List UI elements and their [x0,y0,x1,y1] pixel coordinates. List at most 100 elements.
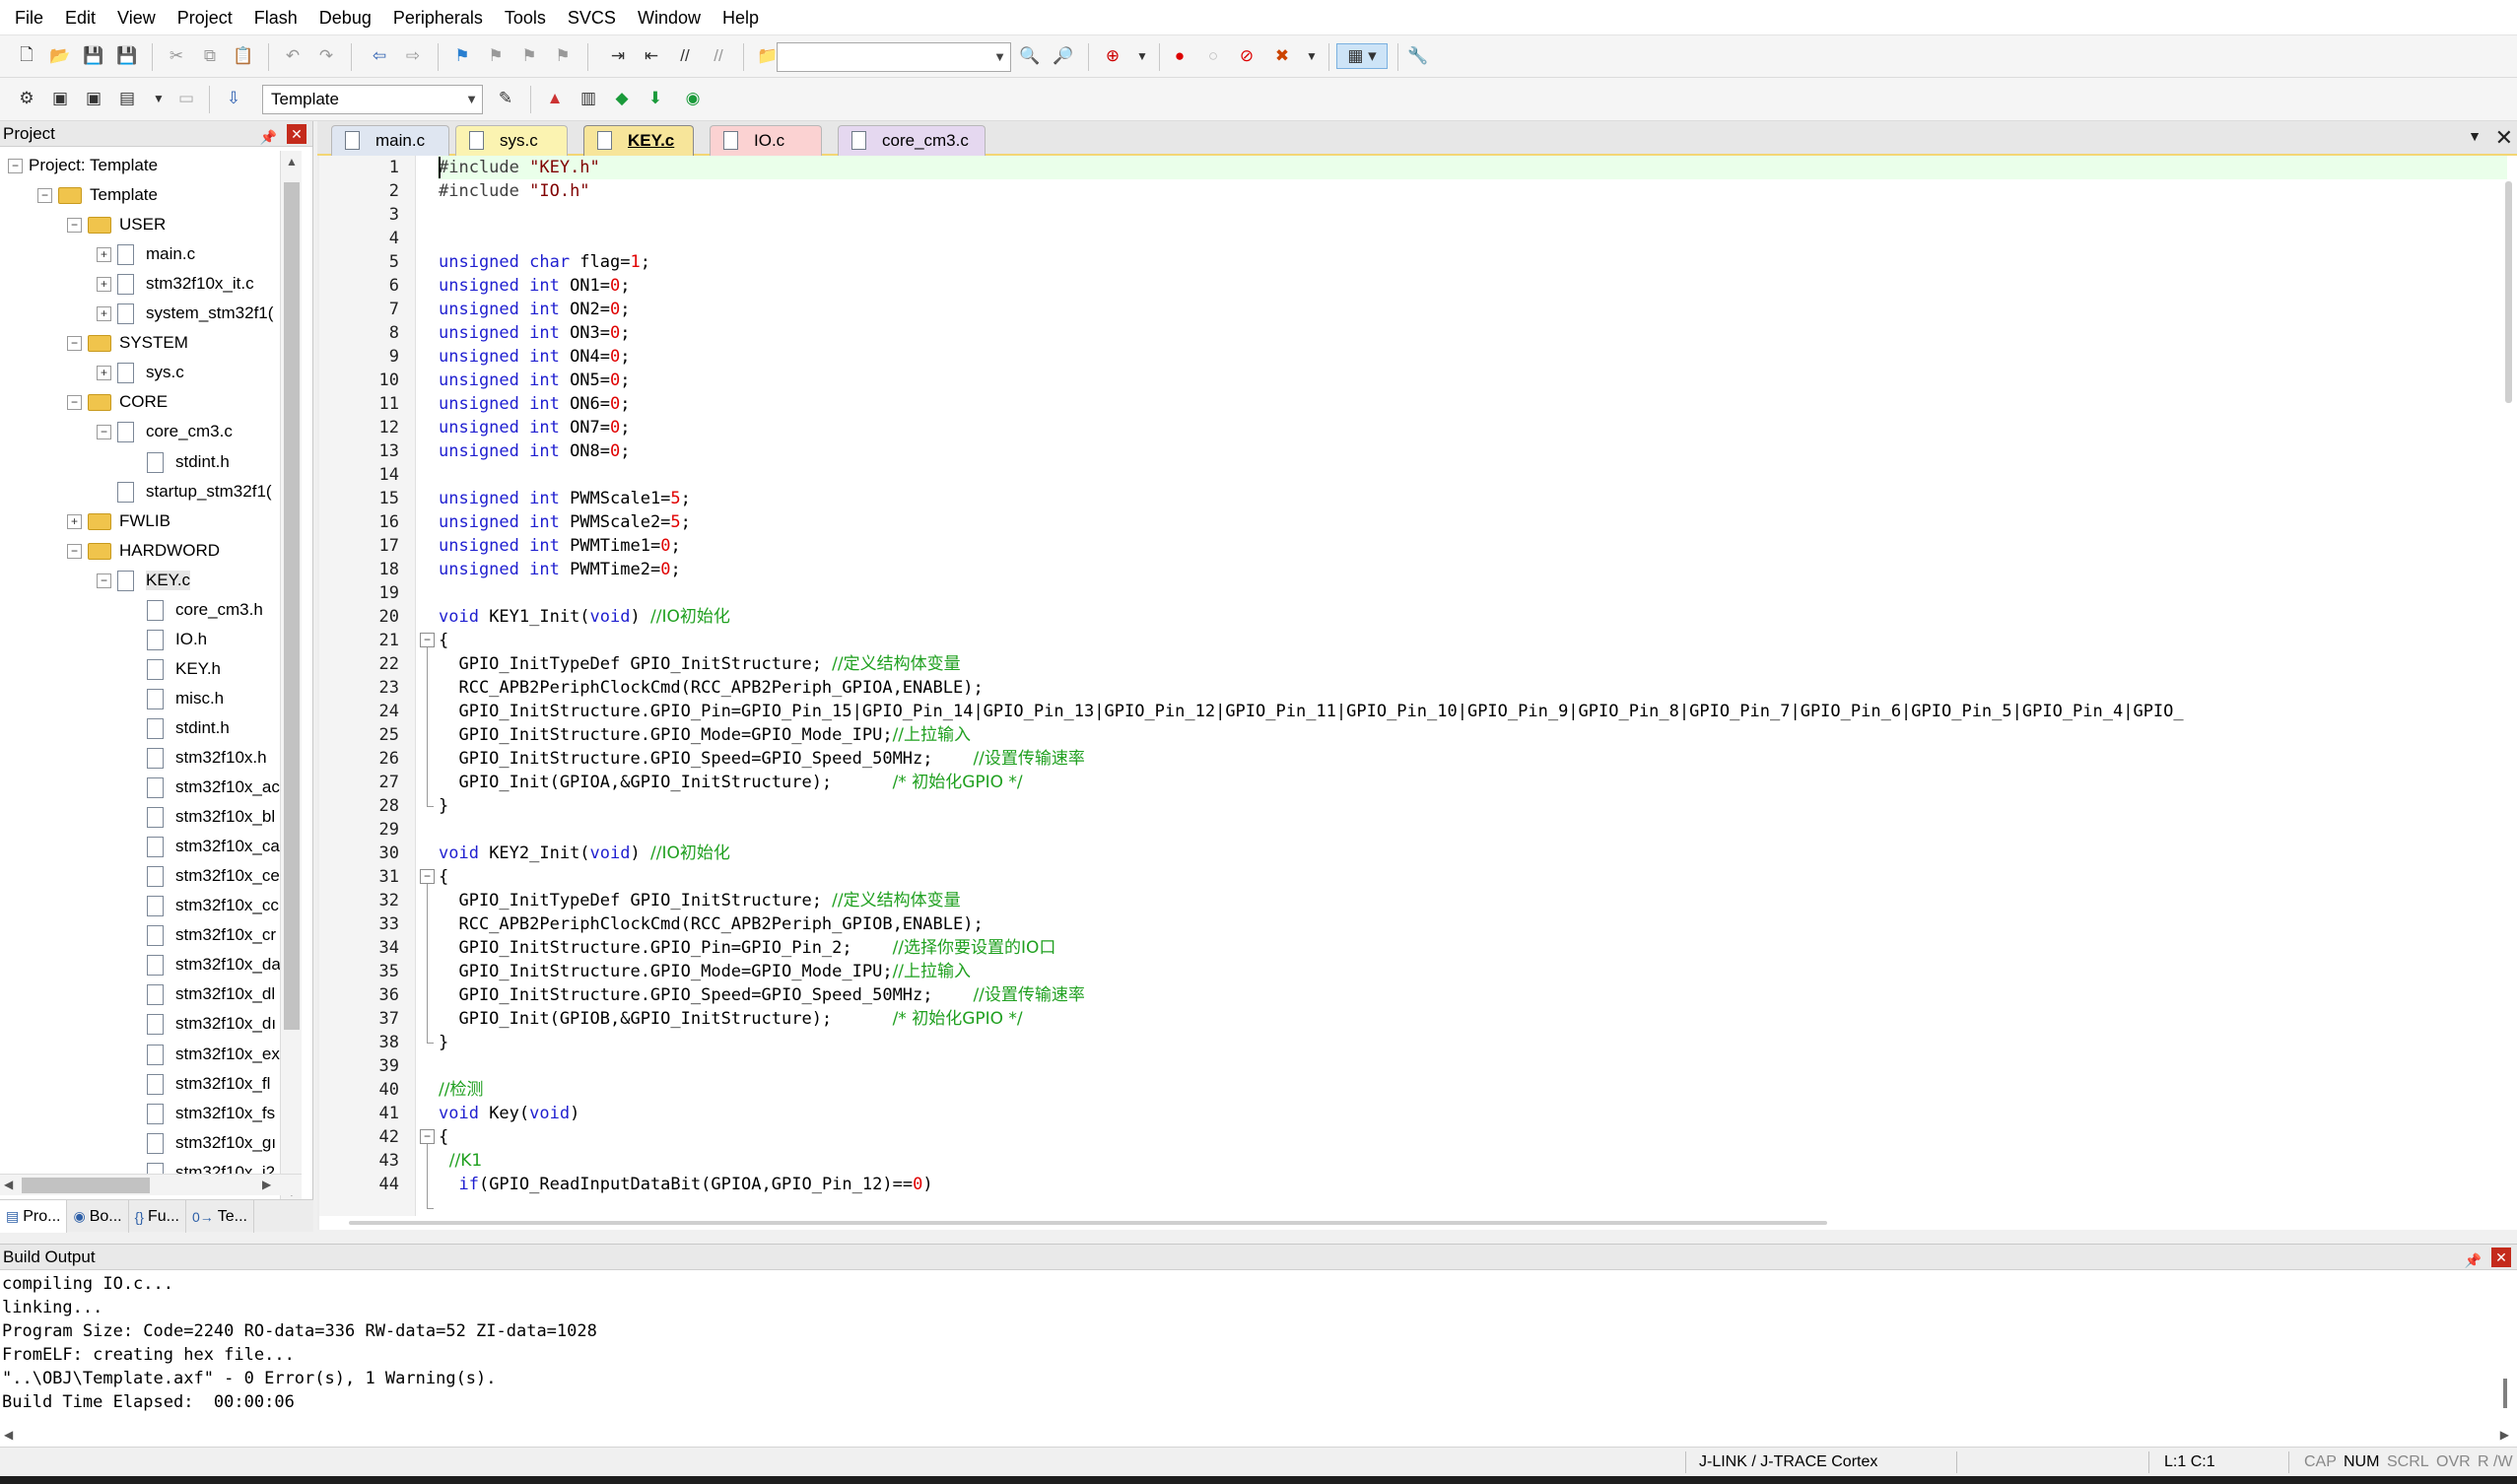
tab-list-dropdown-icon[interactable]: ▼ [2468,128,2482,144]
close-icon[interactable]: ✕ [2491,1248,2511,1267]
indent-icon[interactable]: ⇥ [605,43,631,69]
panel-tab[interactable]: {} Fu... [129,1200,186,1233]
scroll-up-icon[interactable]: ▲ [286,155,298,169]
insert-bookmark-icon[interactable]: ⚑ [449,43,475,69]
scroll-left-icon[interactable]: ◀ [4,1178,13,1191]
fold-collapse-icon[interactable]: − [420,869,435,884]
editor-tab[interactable]: KEY.c [583,125,694,156]
panel-tab[interactable]: 0→ Te... [186,1200,254,1233]
select-packs-icon[interactable]: ⬇ [643,86,668,111]
save-all-icon[interactable]: 💾 [114,43,140,69]
tree-file[interactable]: startup_stm32f1( [97,477,272,506]
manage-multi-project-icon[interactable]: ▥ [576,86,601,111]
chevron-down-icon[interactable]: ▼ [1299,43,1325,69]
unindent-icon[interactable]: ⇤ [639,43,664,69]
tree-folder[interactable]: − Template [37,180,158,210]
tree-root[interactable]: − Project: Template [8,151,158,180]
chevron-down-icon[interactable]: ▼ [1129,43,1155,69]
navigate-forward-icon[interactable]: ⇨ [400,43,426,69]
collapse-icon[interactable]: − [67,335,82,351]
uncomment-icon[interactable]: // [706,43,731,69]
comment-icon[interactable]: // [672,43,698,69]
fold-collapse-icon[interactable]: − [420,633,435,647]
tree-file[interactable]: IO.h [126,625,207,654]
tree-vertical-scrollbar[interactable]: ▲ ▼ [280,151,302,1203]
fold-collapse-icon[interactable]: − [420,1129,435,1144]
clear-bookmarks-icon[interactable]: ⚑ [550,43,576,69]
tree-file[interactable]: stm32f10x_ac [126,773,280,802]
target-select[interactable]: Template ▼ [262,85,483,114]
paste-icon[interactable]: 📋 [231,43,256,69]
tree-file[interactable]: stm32f10x_ex [126,1040,280,1069]
scrollbar-thumb[interactable] [22,1178,150,1193]
tree-file[interactable]: stm32f10x_da [126,950,280,979]
target-options-icon[interactable]: ✎ [493,86,518,111]
scroll-right-icon[interactable]: ▶ [2500,1428,2509,1442]
editor-tab[interactable]: main.c [331,125,449,156]
collapse-icon[interactable]: − [97,573,111,588]
menu-edit[interactable]: Edit [54,0,106,35]
previous-bookmark-icon[interactable]: ⚑ [483,43,509,69]
cut-icon[interactable]: ✂ [164,43,189,69]
expand-icon[interactable]: + [97,246,111,262]
tree-file[interactable]: KEY.h [126,654,221,684]
menu-help[interactable]: Help [712,0,770,35]
pin-icon[interactable]: 📌 [260,124,277,150]
tree-file[interactable]: stm32f10x_gı [126,1128,276,1158]
scrollbar-thumb[interactable] [349,1221,1827,1225]
panel-tab[interactable]: ▤ Pro... [0,1200,68,1233]
menu-svcs[interactable]: SVCS [557,0,627,35]
open-file-icon[interactable]: 📂 [47,43,73,69]
tree-file[interactable]: stdint.h [126,447,230,477]
collapse-icon[interactable]: − [37,187,52,203]
scroll-left-icon[interactable]: ◀ [4,1428,13,1442]
menu-view[interactable]: View [106,0,167,35]
menu-flash[interactable]: Flash [243,0,308,35]
build-icon[interactable]: ▣ [47,86,73,111]
code-area[interactable]: #include "KEY.h" #include "IO.h" unsigned … [438,156,2507,1216]
new-file-icon[interactable]: 🗋 [14,43,39,69]
menu-tools[interactable]: Tools [494,0,557,35]
scrollbar-thumb[interactable] [2503,1379,2507,1408]
tree-file[interactable]: − KEY.c [97,566,191,595]
stop-build-icon[interactable]: ▭ [173,86,199,111]
tree-file[interactable]: stm32f10x_cr [126,920,276,950]
expand-icon[interactable]: + [97,305,111,321]
tree-file[interactable]: + sys.c [97,358,184,387]
manage-project-items-icon[interactable]: ▲ [542,86,568,111]
output-vertical-scrollbar[interactable] [2495,1272,2517,1420]
tree-file[interactable]: stm32f10x_dı [126,1009,276,1039]
menu-file[interactable]: File [4,0,54,35]
tree-file[interactable]: misc.h [126,684,224,713]
tree-file[interactable]: stm32f10x_fs [126,1099,275,1128]
navigate-back-icon[interactable]: ⇦ [367,43,392,69]
editor-tab[interactable]: core_cm3.c [838,125,986,156]
scroll-right-icon[interactable]: ▶ [262,1178,271,1191]
tree-file[interactable]: core_cm3.h [126,595,263,625]
tree-file[interactable]: − core_cm3.c [97,417,233,446]
collapse-icon[interactable]: − [67,543,82,559]
rebuild-icon[interactable]: ▣ [81,86,106,111]
collapse-icon[interactable]: − [67,394,82,410]
collapse-icon[interactable]: − [97,424,111,439]
tree-file[interactable]: stm32f10x_dl [126,979,275,1009]
tree-file[interactable]: + stm32f10x_it.c [97,269,254,299]
tree-file[interactable]: stm32f10x_bl [126,802,275,832]
tree-folder[interactable]: − HARDWORD [67,536,220,566]
expand-icon[interactable]: + [67,513,82,529]
collapse-icon[interactable]: − [8,158,23,173]
menu-peripherals[interactable]: Peripherals [382,0,494,35]
tree-file[interactable]: + system_stm32f1( [97,299,273,328]
save-icon[interactable]: 💾 [81,43,106,69]
tree-file[interactable]: stm32f10x.h [126,743,267,773]
menu-project[interactable]: Project [167,0,243,35]
tree-file[interactable]: stm32f10x_cc [126,891,279,920]
expand-icon[interactable]: + [97,365,111,380]
close-icon[interactable]: ✕ [287,124,306,144]
disable-breakpoints-icon[interactable]: ⊘ [1234,43,1259,69]
download-icon[interactable]: ⇩ [221,86,246,111]
tree-file[interactable]: stm32f10x_ce [126,861,280,891]
scrollbar-thumb[interactable] [284,182,300,1030]
next-bookmark-icon[interactable]: ⚑ [516,43,542,69]
enable-breakpoint-icon[interactable]: ○ [1200,43,1226,69]
